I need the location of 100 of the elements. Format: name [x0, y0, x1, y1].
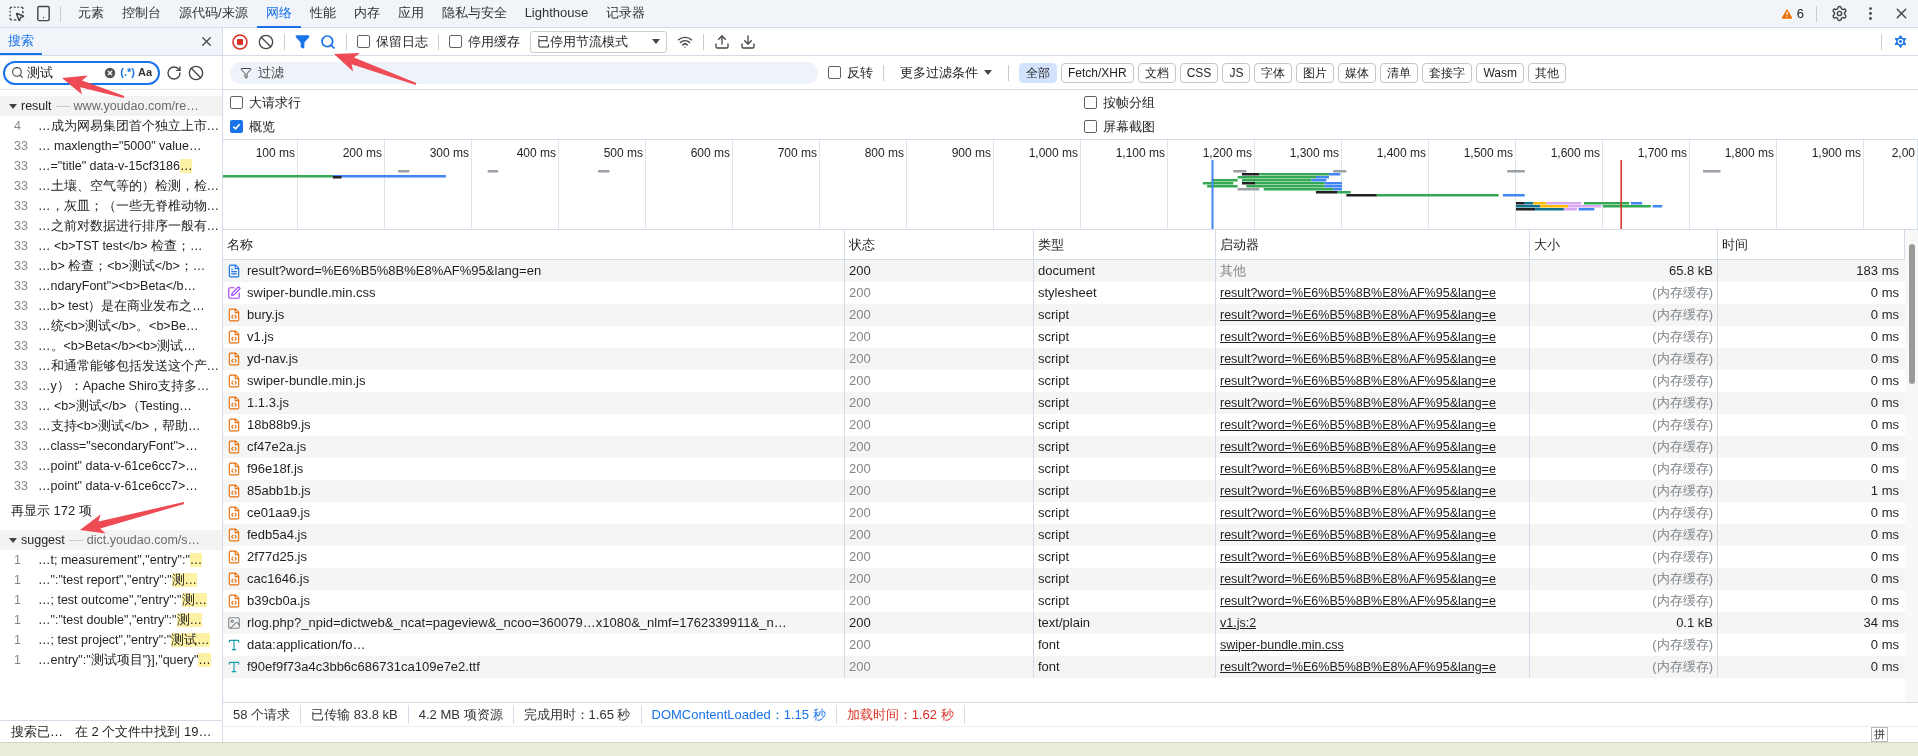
column-header[interactable]: 类型 — [1038, 234, 1064, 255]
initiator-link[interactable]: result?word=%E6%B5%8B%E8%AF%95&lang=e — [1220, 371, 1496, 391]
panel-tab[interactable]: 网络 — [256, 0, 301, 28]
panel-tab[interactable]: 源代码/来源 — [170, 0, 257, 28]
panel-tab[interactable]: 记录器 — [597, 0, 655, 28]
request-name[interactable]: 18b88b9.js — [247, 415, 311, 435]
match-line[interactable]: … <b>TST test</b> 检查；… — [38, 236, 203, 256]
file-name[interactable]: suggest — [21, 530, 65, 550]
type-filter-chip[interactable]: JS — [1222, 62, 1251, 83]
match-line[interactable]: …; test outcome","entry":"测… — [38, 590, 207, 610]
panel-tab[interactable]: 控制台 — [113, 0, 170, 28]
type-filter-chip[interactable]: Wasm — [1476, 62, 1524, 83]
panel-tab[interactable]: 性能 — [300, 0, 345, 28]
file-name[interactable]: result — [21, 96, 52, 116]
request-name[interactable]: 2f77d25.js — [247, 547, 307, 567]
clear-icon[interactable] — [188, 64, 204, 81]
checkbox[interactable]: 屏幕截图 — [1084, 117, 1911, 137]
request-name[interactable]: 1.1.3.js — [247, 393, 289, 413]
type-filter-chip[interactable]: CSS — [1179, 62, 1219, 83]
request-name[interactable]: 85abb1b.js — [247, 481, 311, 501]
match-line[interactable]: …b> test）是在商业发布之… — [38, 296, 205, 316]
initiator-link[interactable]: result?word=%E6%B5%8B%E8%AF%95&lang=e — [1220, 657, 1496, 677]
column-header[interactable]: 时间 — [1722, 234, 1748, 255]
search-tab[interactable]: 搜索 — [0, 28, 42, 55]
device-icon[interactable] — [35, 5, 52, 22]
type-filter-chip[interactable]: 套接字 — [1422, 62, 1473, 83]
request-name[interactable]: b39cb0a.js — [247, 591, 310, 611]
match-line[interactable]: …之前对数据进行排序一般有… — [38, 216, 219, 236]
show-more-link[interactable]: 再显示 172 项 — [0, 500, 222, 522]
match-line[interactable]: …class="secondaryFont">… — [38, 436, 198, 456]
initiator-link[interactable]: result?word=%E6%B5%8B%E8%AF%95&lang=e — [1220, 591, 1496, 611]
throttling-dropdown[interactable]: 已停用节流模式 — [530, 30, 667, 53]
filter-icon[interactable] — [295, 34, 310, 49]
match-line[interactable]: …统<b>测试</b>。<b>Be… — [38, 316, 199, 336]
type-filter-chip[interactable]: 媒体 — [1338, 62, 1377, 83]
request-name[interactable]: swiper-bundle.min.css — [247, 283, 376, 303]
settings-icon[interactable] — [1831, 5, 1848, 22]
match-line[interactable]: …ndaryFont"><b>Beta</b… — [38, 276, 196, 296]
initiator-link[interactable]: result?word=%E6%B5%8B%E8%AF%95&lang=e — [1220, 503, 1496, 523]
search-icon[interactable] — [320, 33, 336, 50]
panel-tab[interactable]: Lighthouse — [515, 0, 598, 28]
initiator-link[interactable]: result?word=%E6%B5%8B%E8%AF%95&lang=e — [1220, 305, 1496, 325]
regex-toggle[interactable]: (.*) — [120, 64, 135, 81]
checkbox[interactable]: 概览 — [230, 117, 1084, 137]
request-name[interactable]: cf47e2a.js — [247, 437, 307, 457]
initiator-link[interactable]: result?word=%E6%B5%8B%E8%AF%95&lang=e — [1220, 437, 1496, 457]
initiator-link[interactable]: swiper-bundle.min.css — [1220, 635, 1344, 655]
initiator-link[interactable]: result?word=%E6%B5%8B%E8%AF%95&lang=e — [1220, 415, 1496, 435]
request-name[interactable]: v1.js — [247, 327, 274, 347]
panel-tab[interactable]: 隐私与安全 — [432, 0, 516, 28]
initiator-link[interactable]: result?word=%E6%B5%8B%E8%AF%95&lang=e — [1220, 327, 1496, 347]
match-line[interactable]: …，灰皿；（一些无脊椎动物… — [38, 196, 219, 216]
overview-timeline[interactable]: 100 ms 200 ms 300 ms 400 ms 500 ms 600 ms 700 ms 800 ms 900 ms 1,000 ms 1,100 ms 1,200 ms 1,300 ms 1,400 ms 1,500 ms 1,600 ms 1,700 ms 1,800 ms 1,900 ms 2,00 — [223, 140, 1918, 230]
request-name[interactable]: ce01aa9.js — [247, 503, 310, 523]
more-filters-dropdown[interactable]: 更多过滤条件 — [894, 62, 998, 83]
inspect-icon[interactable] — [8, 5, 25, 22]
match-line[interactable]: …成为网易集团首个独立上市… — [38, 116, 219, 136]
case-toggle[interactable]: Aa — [137, 64, 152, 81]
request-name[interactable]: data:application/fo… — [247, 635, 366, 655]
scrollbar[interactable] — [1905, 230, 1918, 702]
column-header[interactable]: 状态 — [849, 234, 875, 255]
match-line[interactable]: …b> 检查；<b>测试</b>；… — [38, 256, 206, 276]
match-line[interactable]: …":"test report","entry":"测… — [38, 570, 198, 590]
close-icon[interactable] — [199, 34, 214, 49]
match-line[interactable]: …point" data-v-61ce6cc7>… — [38, 456, 198, 476]
ime-indicator[interactable]: 拼 — [1871, 727, 1888, 742]
match-line[interactable]: …t; measurement","entry":"… — [38, 550, 203, 570]
download-icon[interactable] — [740, 33, 756, 50]
request-name[interactable]: rlog.php?_npid=dictweb&_ncat=pageview&_ncoo=360079…x1080&_nlmf=1762339911&_n… — [247, 613, 787, 633]
request-name[interactable]: f90ef9f73a4c3bb6c686731ca109e7e2.ttf — [247, 657, 480, 677]
match-line[interactable]: …土壤、空气等的）检测，检… — [38, 176, 219, 196]
type-filter-chip[interactable]: 其他 — [1527, 62, 1566, 83]
type-filter-chip[interactable]: Fetch/XHR — [1061, 62, 1134, 83]
column-header[interactable]: 大小 — [1534, 234, 1560, 255]
request-name[interactable]: f96e18f.js — [247, 459, 304, 479]
match-line[interactable]: …和通常能够包括发送这个产… — [38, 356, 219, 376]
panel-tab[interactable]: 元素 — [69, 0, 113, 28]
match-line[interactable]: …支持<b>测试</b>，帮助… — [38, 416, 201, 436]
match-line[interactable]: …="title" data-v-15cf3186… — [38, 156, 193, 176]
clear-icon[interactable] — [258, 33, 274, 50]
type-filter-chip[interactable]: 图片 — [1296, 62, 1335, 83]
request-name[interactable]: yd-nav.js — [247, 349, 299, 369]
stop-recording-icon[interactable] — [232, 33, 248, 50]
match-line[interactable]: …point" data-v-61ce6cc7>… — [38, 476, 198, 496]
match-line[interactable]: …":"test double","entry":"测… — [38, 610, 202, 630]
match-line[interactable]: … <b>测试</b>（Testing… — [38, 396, 192, 416]
type-filter-chip[interactable]: 文档 — [1137, 62, 1176, 83]
request-name[interactable]: result?word=%E6%B5%8B%E8%AF%95&lang=en — [247, 261, 542, 281]
request-name[interactable]: fedb5a4.js — [247, 525, 307, 545]
initiator-link[interactable]: result?word=%E6%B5%8B%E8%AF%95&lang=e — [1220, 481, 1496, 501]
issues-button[interactable]: 6 — [1773, 3, 1810, 24]
checkbox[interactable]: 反转 — [828, 62, 873, 83]
initiator-link[interactable]: result?word=%E6%B5%8B%E8%AF%95&lang=e — [1220, 459, 1496, 479]
upload-icon[interactable] — [714, 33, 730, 50]
expanded-icon[interactable] — [9, 536, 17, 544]
initiator-link[interactable]: result?word=%E6%B5%8B%E8%AF%95&lang=e — [1220, 569, 1496, 589]
checkbox[interactable]: 保留日志 — [357, 31, 428, 52]
refresh-icon[interactable] — [166, 64, 182, 81]
initiator-link[interactable]: result?word=%E6%B5%8B%E8%AF%95&lang=e — [1220, 283, 1496, 303]
type-filter-chip[interactable]: 清单 — [1380, 62, 1419, 83]
